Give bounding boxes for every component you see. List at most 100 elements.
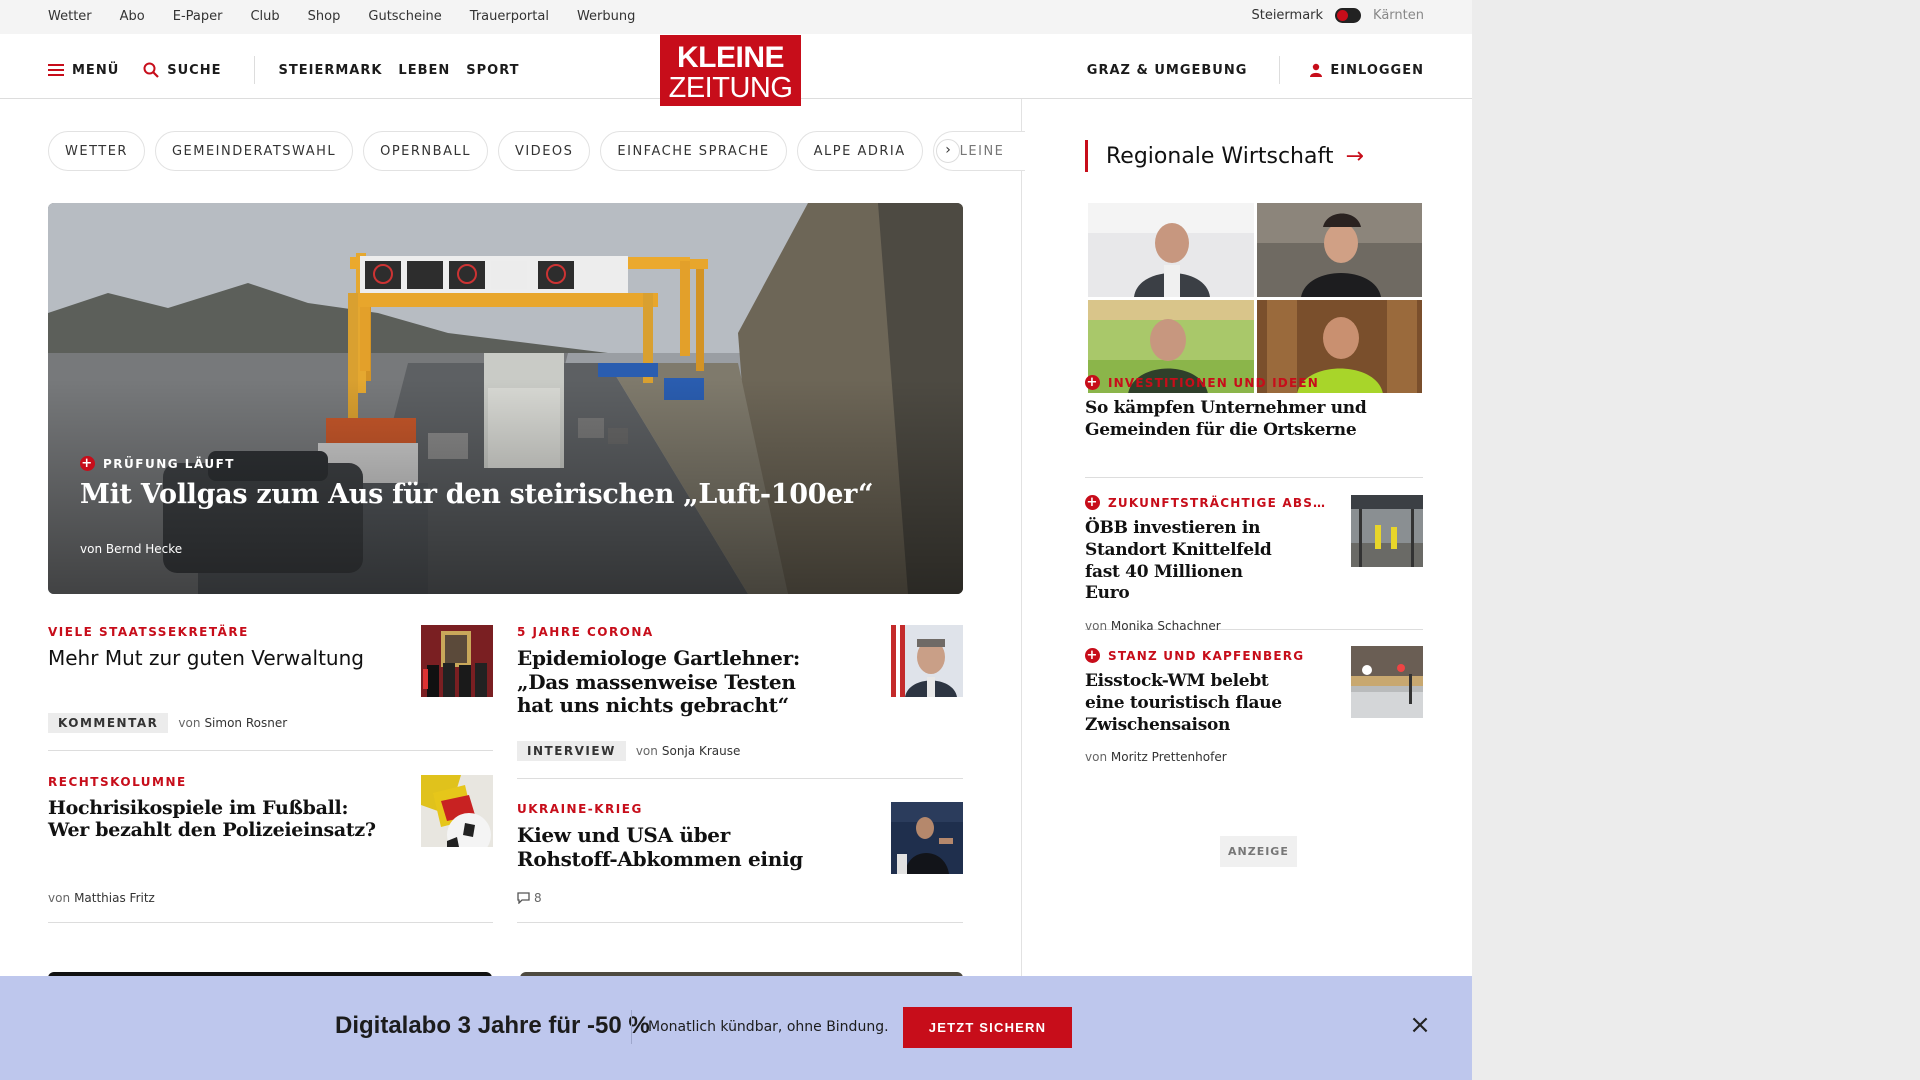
article-thumbnail[interactable]: [421, 625, 493, 697]
banner-subtitle: Monatlich kündbar, ohne Bindung.: [648, 1019, 889, 1035]
article-meta: 8: [517, 891, 542, 905]
sidebar-thumbnail[interactable]: [1351, 495, 1423, 567]
author-name[interactable]: Moritz Prettenhofer: [1111, 750, 1227, 764]
tag-videos[interactable]: VIDEOS: [497, 131, 591, 171]
utility-link-gutscheine[interactable]: Gutscheine: [368, 9, 441, 24]
plus-icon: +: [1085, 375, 1100, 390]
nav-leben[interactable]: LEBEN: [398, 63, 450, 78]
utility-link-abo[interactable]: Abo: [120, 9, 145, 24]
region-active-label[interactable]: Steiermark: [1251, 8, 1323, 23]
nav-steiermark[interactable]: STEIERMARK: [279, 63, 383, 78]
thumbnail-image: [1351, 646, 1423, 718]
region-inactive-label[interactable]: Kärnten: [1373, 8, 1424, 23]
close-icon[interactable]: ×: [1408, 1012, 1432, 1038]
topic-tags: WETTER GEMEINDERATSWAHL OPERNBALL VIDEOS…: [48, 131, 1025, 171]
sidebar-kicker-text: STANZ UND KAPFENBERG: [1108, 648, 1305, 663]
hero-author-name[interactable]: Bernd Hecke: [106, 542, 182, 556]
utility-link-wetter[interactable]: Wetter: [48, 9, 92, 24]
plus-icon: +: [80, 456, 95, 471]
location-link[interactable]: GRAZ & UMGEBUNG: [1087, 63, 1248, 78]
logo-line-2: ZEITUNG: [668, 72, 793, 104]
thumbnail-image: [891, 625, 963, 697]
utility-link-club[interactable]: Club: [250, 9, 279, 24]
comment-count[interactable]: 8: [534, 891, 542, 905]
author-name[interactable]: Monika Schachner: [1111, 619, 1221, 633]
article-thumbnail[interactable]: [891, 625, 963, 697]
sidebar-author: von Moritz Prettenhofer: [1085, 750, 1423, 764]
sidebar-kicker-text: INVESTITIONEN UND IDEEN: [1108, 375, 1319, 390]
ad-label: ANZEIGE: [1220, 836, 1297, 867]
subscription-banner: Digitalabo 3 Jahre für -50 % Monatlich k…: [0, 976, 1472, 1080]
comment-icon[interactable]: [517, 892, 530, 904]
utility-link-shop[interactable]: Shop: [308, 9, 341, 24]
banner-divider: [631, 1010, 632, 1044]
article-card[interactable]: UKRAINE-KRIEG Kiew und USA über Rohstoff…: [517, 802, 963, 923]
author-name[interactable]: Matthias Fritz: [74, 891, 155, 905]
sidebar-article[interactable]: + STANZ UND KAPFENBERG Eisstock-WM beleb…: [1085, 646, 1423, 768]
article-title[interactable]: Mehr Mut zur guten Verwaltung: [48, 646, 388, 671]
article-meta: INTERVIEW von Sonja Krause: [517, 741, 740, 761]
hero-author-prefix: von: [80, 542, 103, 556]
thumbnail-image: [1351, 495, 1423, 567]
utility-bar: Wetter Abo E-Paper Club Shop Gutscheine …: [0, 0, 1472, 34]
plus-icon: +: [1085, 648, 1100, 663]
nav-sport[interactable]: SPORT: [466, 63, 519, 78]
sidebar-thumbnail[interactable]: [1351, 646, 1423, 718]
sidebar-kicker-text: ZUKUNFTSTRÄCHTIGE ABS…: [1108, 495, 1327, 510]
hero-kicker: + PRÜFUNG LÄUFT: [80, 456, 235, 471]
tags-next-button[interactable]: ›: [936, 139, 960, 163]
article-card[interactable]: 5 JAHRE CORONA Epidemiologe Gartlehner: …: [517, 625, 963, 779]
author-name[interactable]: Sonja Krause: [662, 744, 740, 758]
sidebar-heading[interactable]: Regionale Wirtschaft →: [1085, 140, 1364, 172]
menu-label: MENÜ: [72, 62, 120, 78]
article-badge: INTERVIEW: [517, 741, 626, 761]
article-title[interactable]: Epidemiologe Gartlehner: „Das massenweis…: [517, 646, 807, 718]
sidebar-image-collage[interactable]: [1088, 203, 1422, 393]
user-icon: [1310, 63, 1323, 77]
article-thumbnail[interactable]: [421, 775, 493, 847]
hero-teaser[interactable]: + PRÜFUNG LÄUFT Mit Vollgas zum Aus für …: [48, 203, 963, 594]
sidebar-heading-text: Regionale Wirtschaft: [1106, 143, 1334, 169]
menu-button[interactable]: MENÜ: [48, 63, 119, 78]
sidebar-article[interactable]: + INVESTITIONEN UND IDEEN So kämpfen Unt…: [1085, 375, 1423, 478]
banner-title: Digitalabo 3 Jahre für -50 %: [335, 1012, 650, 1039]
tag-wetter[interactable]: WETTER: [48, 131, 145, 171]
author-prefix: von: [635, 744, 658, 758]
thumbnail-image: [421, 625, 493, 697]
article-title[interactable]: Kiew und USA über Rohstoff-Abkommen eini…: [517, 823, 807, 871]
article-meta: KOMMENTAR von Simon Rosner: [48, 713, 287, 733]
sidebar-heading-bar: [1085, 140, 1088, 172]
utility-link-werbung[interactable]: Werbung: [577, 9, 635, 24]
author-name[interactable]: Simon Rosner: [204, 716, 287, 730]
sidebar-title[interactable]: Eisstock-WM belebt eine touristisch flau…: [1085, 671, 1285, 736]
article-title[interactable]: Hochrisikospiele im Fußball: Wer bezahlt…: [48, 797, 378, 842]
search-label: SUCHE: [167, 62, 222, 78]
thumbnail-image: [891, 802, 963, 874]
thumbnail-image: [421, 775, 493, 847]
hero-gradient: [48, 203, 963, 594]
sidebar-title[interactable]: ÖBB investieren in Standort Knittelfeld …: [1085, 518, 1285, 605]
search-button[interactable]: SUCHE: [143, 62, 221, 78]
header-right: GRAZ & UMGEBUNG EINLOGGEN: [1087, 56, 1424, 84]
tag-einfache-sprache[interactable]: EINFACHE SPRACHE: [600, 131, 787, 171]
hero-title[interactable]: Mit Vollgas zum Aus für den steirischen …: [80, 479, 874, 510]
login-button[interactable]: EINLOGGEN: [1310, 63, 1424, 78]
article-card[interactable]: RECHTSKOLUMNE Hochrisikospiele im Fußbal…: [48, 775, 493, 923]
utility-link-epaper[interactable]: E-Paper: [173, 9, 223, 24]
sidebar-article[interactable]: + ZUKUNFTSTRÄCHTIGE ABS… ÖBB investieren…: [1085, 495, 1423, 633]
article-card[interactable]: VIELE STAATSSEKRETÄRE Mehr Mut zur guten…: [48, 625, 493, 751]
hamburger-icon: [48, 64, 64, 76]
utility-links: Wetter Abo E-Paper Club Shop Gutscheine …: [48, 9, 635, 24]
article-meta: von Matthias Fritz: [48, 891, 155, 905]
tag-alpe-adria[interactable]: ALPE ADRIA: [796, 131, 923, 171]
tag-gemeinderatswahl[interactable]: GEMEINDERATSWAHL: [154, 131, 354, 171]
tag-opernball[interactable]: OPERNBALL: [363, 131, 488, 171]
utility-link-trauerportal[interactable]: Trauerportal: [470, 9, 549, 24]
article-thumbnail[interactable]: [891, 802, 963, 874]
sidebar-title[interactable]: So kämpfen Unternehmer und Gemeinden für…: [1085, 398, 1385, 442]
region-switch: Steiermark Kärnten: [1251, 8, 1424, 23]
region-toggle[interactable]: [1335, 8, 1362, 23]
site-logo[interactable]: KLEINE ZEITUNG: [660, 35, 801, 106]
subscribe-button[interactable]: JETZT SICHERN: [903, 1007, 1072, 1048]
sidebar-author: von Monika Schachner: [1085, 619, 1423, 633]
